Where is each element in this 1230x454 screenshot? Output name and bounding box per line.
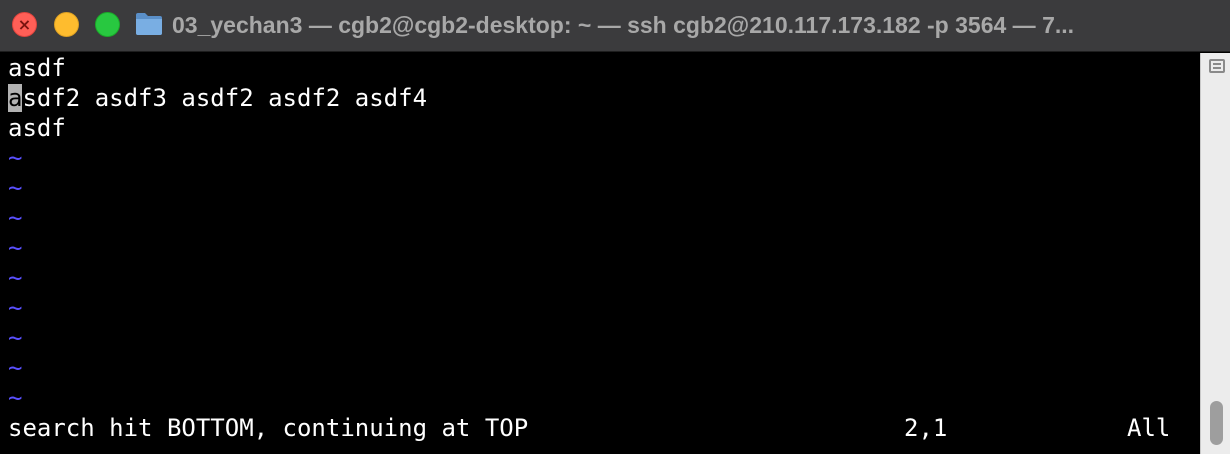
terminal-window: × 03_yechan3 — cgb2@cgb2-desktop: ~ — ss… [0, 0, 1230, 454]
buffer-line-2-text: sdf2 asdf3 asdf2 asdf2 asdf4 [22, 84, 428, 112]
buffer-line-2: asdf2 asdf3 asdf2 asdf2 asdf4 [8, 83, 427, 113]
empty-line-marker: ~ [8, 354, 23, 382]
empty-line-marker: ~ [8, 324, 23, 352]
close-icon: × [17, 14, 32, 34]
buffer-line-1: asdf [8, 54, 66, 82]
scroll-thumb[interactable] [1210, 401, 1223, 445]
empty-line-marker: ~ [8, 294, 23, 322]
empty-line-marker: ~ [8, 264, 23, 292]
buffer-line-3: asdf [8, 114, 66, 142]
zoom-button[interactable] [95, 12, 120, 37]
empty-line-marker: ~ [8, 204, 23, 232]
cursor-position: 2,1 [904, 414, 948, 442]
minimize-button[interactable] [54, 12, 79, 37]
empty-line-marker: ~ [8, 234, 23, 262]
title-bar[interactable]: × 03_yechan3 — cgb2@cgb2-desktop: ~ — ss… [0, 0, 1230, 52]
scroll-position: All [1127, 414, 1171, 442]
status-message: search hit BOTTOM, continuing at TOP [8, 414, 529, 442]
text-cursor: a [8, 84, 23, 112]
vim-buffer[interactable]: asdf asdf2 asdf3 asdf2 asdf2 asdf4 asdf … [0, 53, 1200, 454]
folder-icon [136, 13, 162, 35]
window-title: 03_yechan3 — cgb2@cgb2-desktop: ~ — ssh … [172, 12, 1075, 38]
empty-line-marker: ~ [8, 174, 23, 202]
close-button[interactable]: × [12, 12, 37, 37]
empty-line-marker: ~ [8, 384, 23, 412]
vertical-scrollbar[interactable] [1200, 53, 1230, 454]
list-menu-icon[interactable] [1209, 59, 1225, 73]
empty-line-marker: ~ [8, 144, 23, 172]
